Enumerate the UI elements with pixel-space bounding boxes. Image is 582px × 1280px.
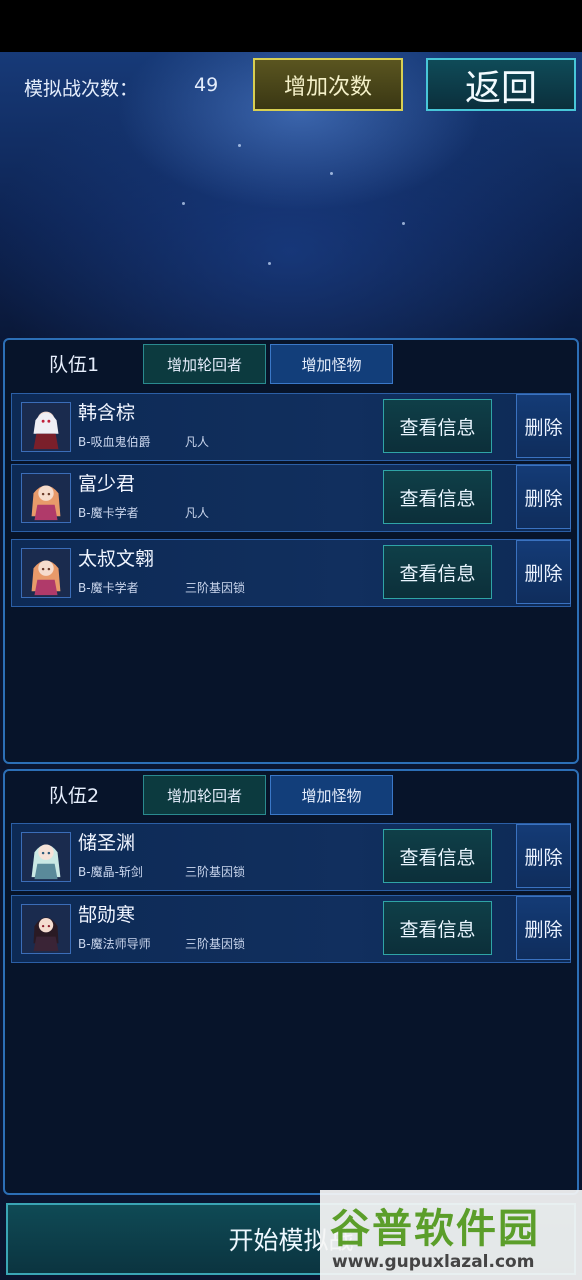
add-monster-button[interactable]: 增加怪物 xyxy=(270,344,393,384)
view-info-button[interactable]: 查看信息 xyxy=(383,829,492,883)
watermark: 谷普软件园 www.gupuxlazal.com xyxy=(320,1190,582,1280)
swordsman-avatar-icon xyxy=(21,832,71,882)
team-title: 队伍2 xyxy=(49,785,100,807)
delete-button[interactable]: 删除 xyxy=(516,465,571,529)
member-class: B-魔卡学者 xyxy=(78,581,139,595)
vampire-girl-avatar-icon xyxy=(21,402,71,452)
battle-count-label: 模拟战次数： xyxy=(24,78,139,100)
team-member-row: 富少君 B-魔卡学者 凡人 查看信息 删除 xyxy=(11,464,571,532)
member-name: 富少君 xyxy=(78,473,136,495)
team-member-row: 储圣渊 B-魔晶-斩剑 三阶基因锁 查看信息 删除 xyxy=(11,823,571,891)
mage-mentor-avatar-icon xyxy=(21,904,71,954)
watermark-title: 谷普软件园 xyxy=(330,1206,540,1252)
member-class: B-魔晶-斩剑 xyxy=(78,865,143,879)
member-class: B-魔卡学者 xyxy=(78,506,139,520)
card-scholar-avatar-icon xyxy=(21,548,71,598)
watermark-url: www.gupuxlazal.com xyxy=(332,1252,535,1272)
delete-button[interactable]: 删除 xyxy=(516,540,571,604)
view-info-button[interactable]: 查看信息 xyxy=(383,470,492,524)
member-class: B-吸血鬼伯爵 xyxy=(78,435,151,449)
delete-button[interactable]: 删除 xyxy=(516,824,571,888)
member-name: 太叔文翱 xyxy=(78,548,155,570)
member-rank: 凡人 xyxy=(185,506,210,520)
member-name: 郜勋寒 xyxy=(78,904,136,926)
status-bar xyxy=(0,0,582,52)
team-header: 队伍1 增加轮回者 增加怪物 xyxy=(5,340,577,384)
member-rank: 三阶基因锁 xyxy=(185,937,246,951)
card-scholar-avatar-icon xyxy=(21,473,71,523)
add-reincarnator-button[interactable]: 增加轮回者 xyxy=(143,775,266,815)
delete-button[interactable]: 删除 xyxy=(516,394,571,458)
member-name: 韩含棕 xyxy=(78,402,136,424)
battle-count-value: 49 xyxy=(194,74,219,96)
member-rank: 三阶基因锁 xyxy=(185,865,246,879)
add-count-button[interactable]: 增加次数 xyxy=(253,58,403,111)
add-monster-button[interactable]: 增加怪物 xyxy=(270,775,393,815)
team-panel-1: 队伍1 增加轮回者 增加怪物 韩含棕 B-吸血鬼伯爵 凡人 查看信息 删除 富少… xyxy=(3,338,579,764)
add-reincarnator-button[interactable]: 增加轮回者 xyxy=(143,344,266,384)
team-header: 队伍2 增加轮回者 增加怪物 xyxy=(5,771,577,815)
member-rank: 凡人 xyxy=(185,435,210,449)
team-title: 队伍1 xyxy=(49,354,100,376)
member-class: B-魔法师导师 xyxy=(78,937,151,951)
team-member-row: 韩含棕 B-吸血鬼伯爵 凡人 查看信息 删除 xyxy=(11,393,571,461)
member-rank: 三阶基因锁 xyxy=(185,581,246,595)
view-info-button[interactable]: 查看信息 xyxy=(383,399,492,453)
team-panel-2: 队伍2 增加轮回者 增加怪物 储圣渊 B-魔晶-斩剑 三阶基因锁 查看信息 删除… xyxy=(3,769,579,1195)
member-name: 储圣渊 xyxy=(78,832,136,854)
team-member-row: 太叔文翱 B-魔卡学者 三阶基因锁 查看信息 删除 xyxy=(11,539,571,607)
view-info-button[interactable]: 查看信息 xyxy=(383,545,492,599)
team-member-row: 郜勋寒 B-魔法师导师 三阶基因锁 查看信息 删除 xyxy=(11,895,571,963)
view-info-button[interactable]: 查看信息 xyxy=(383,901,492,955)
back-button[interactable]: 返回 xyxy=(426,58,576,111)
delete-button[interactable]: 删除 xyxy=(516,896,571,960)
